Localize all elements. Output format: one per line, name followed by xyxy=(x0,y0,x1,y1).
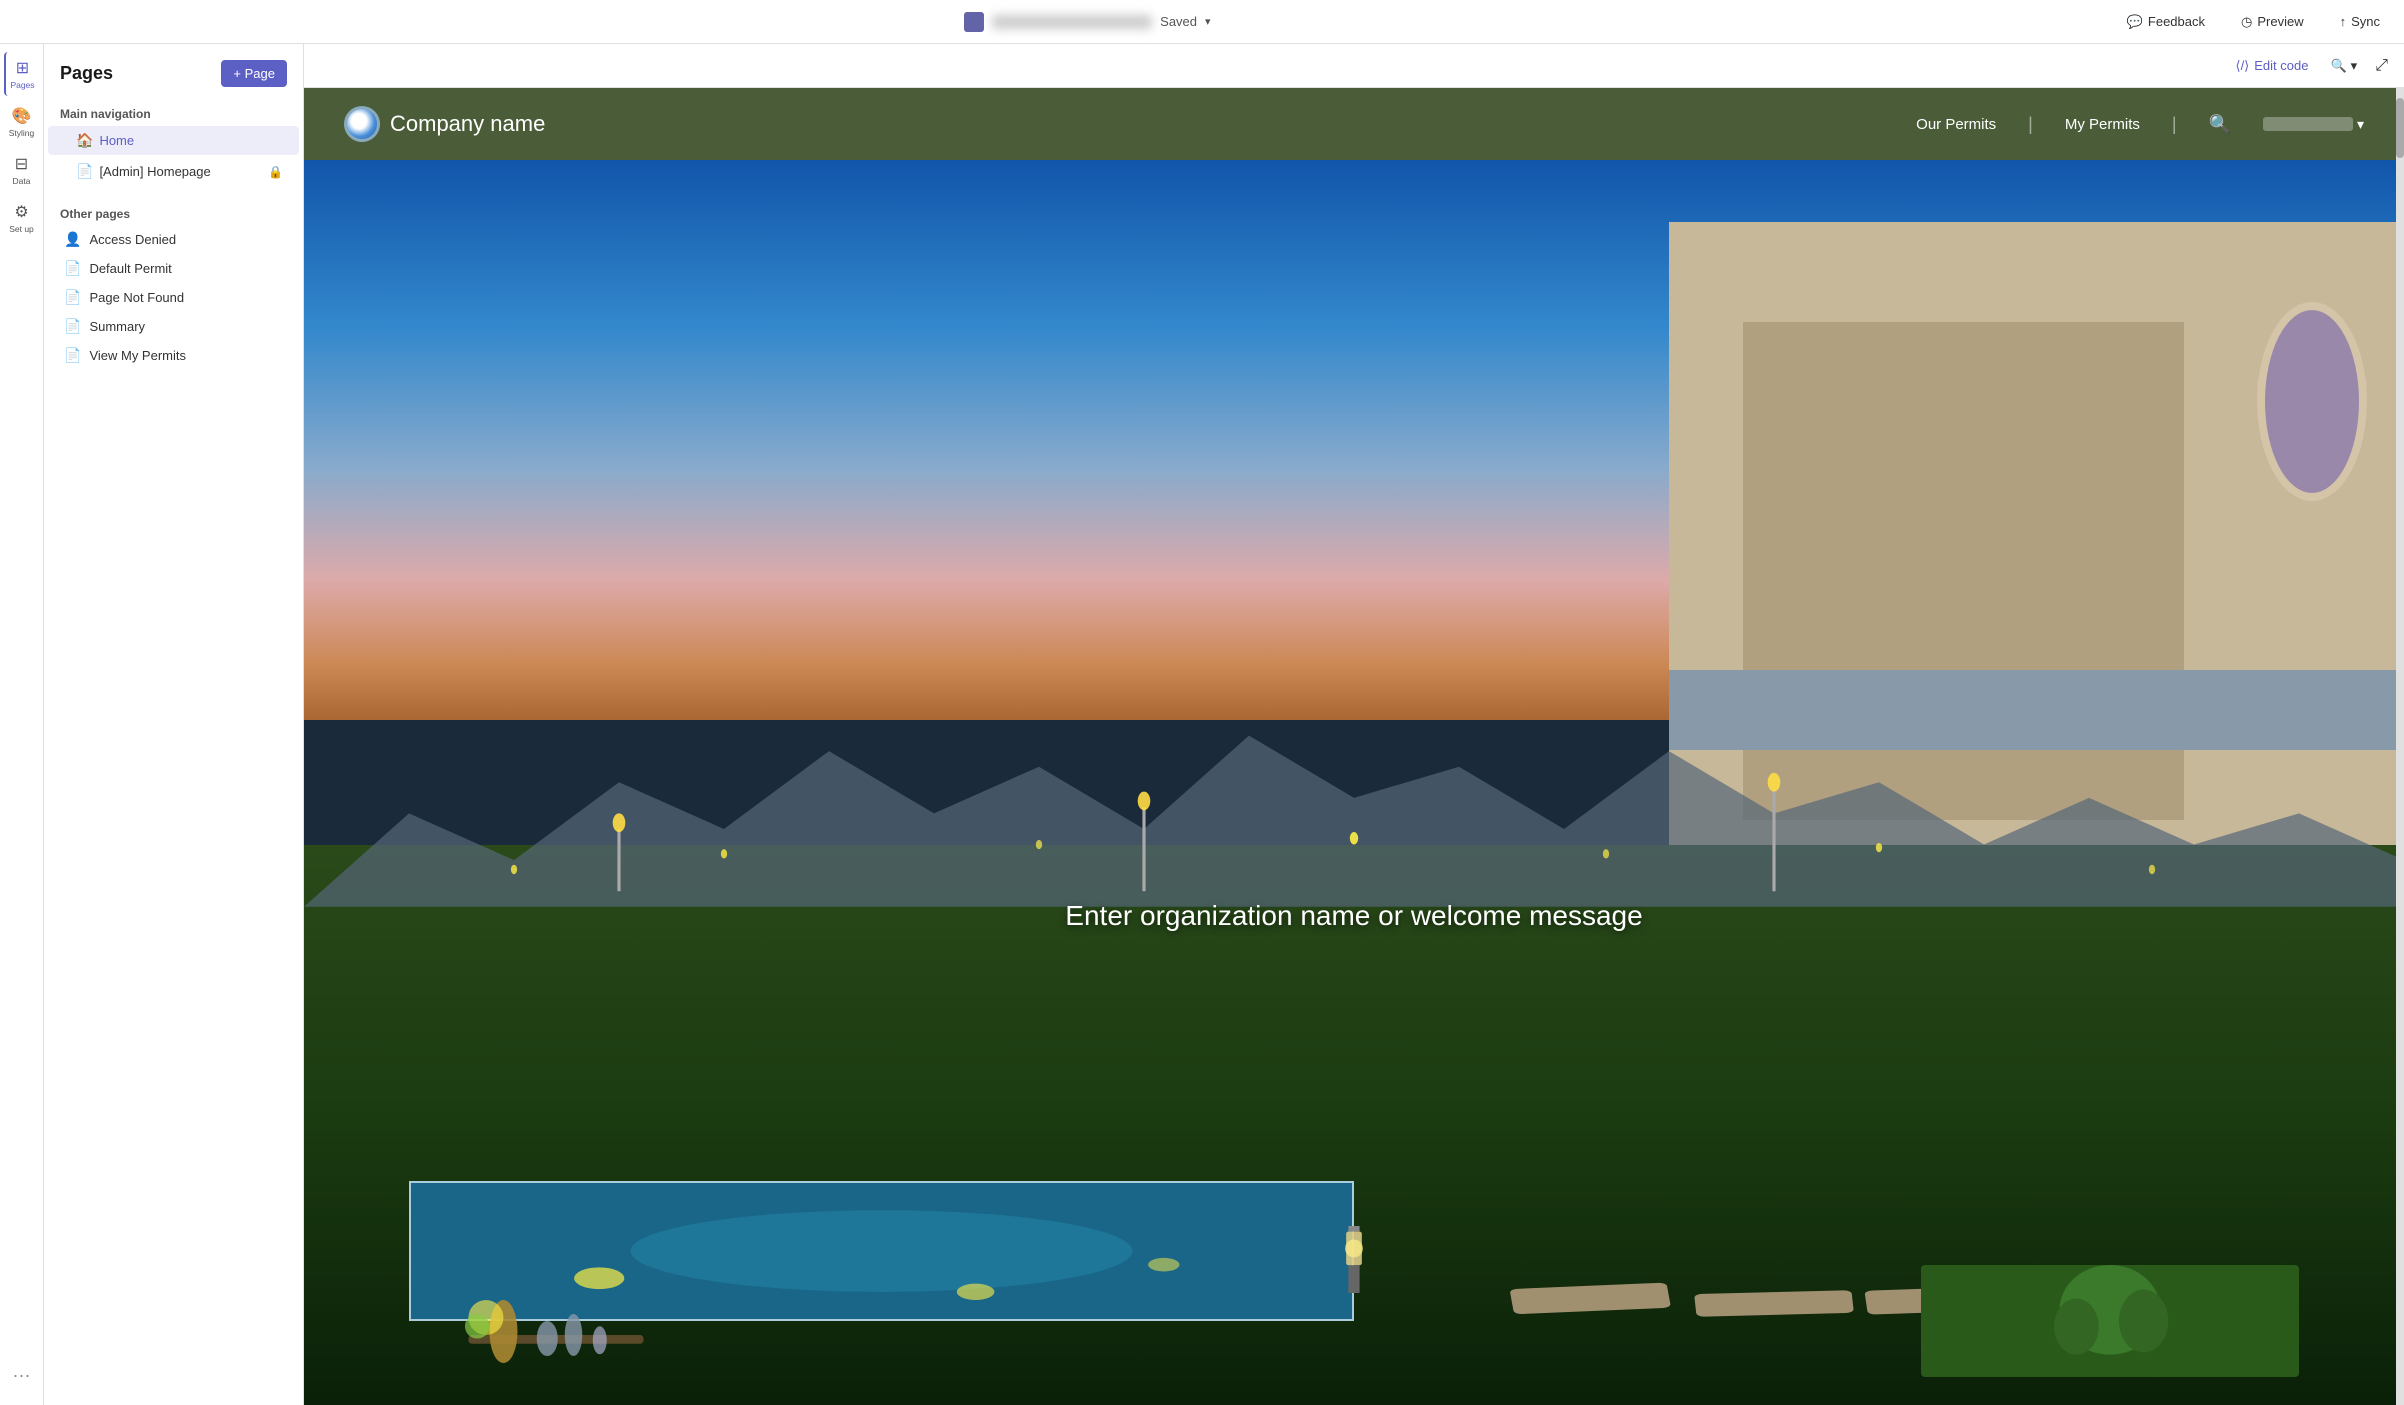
site-nav-user[interactable]: ▾ xyxy=(2263,116,2364,133)
chevron-down-icon[interactable]: ▾ xyxy=(1205,15,1211,28)
setup-icon: ⚙ xyxy=(14,202,28,222)
doc-icon-4: 📄 xyxy=(64,347,81,364)
lantern-svg xyxy=(1312,1226,1396,1293)
sidebar-item-setup[interactable]: ⚙ Set up xyxy=(4,196,40,240)
building-window xyxy=(2257,302,2367,501)
rail-more-button[interactable]: ··· xyxy=(4,1357,40,1393)
website-preview: Company name Our Permits | My Permits | … xyxy=(304,88,2404,1405)
pages-icon: ⊞ xyxy=(16,58,29,78)
silhouette-svg xyxy=(304,720,2404,907)
other-item-page-not-found[interactable]: 📄 Page Not Found xyxy=(48,284,299,311)
lawn-area xyxy=(1459,1248,1984,1349)
sidebar-item-data[interactable]: ⊟ Data xyxy=(4,148,40,192)
expand-button[interactable]: ⤢ xyxy=(2371,53,2392,79)
app-name xyxy=(992,15,1152,29)
other-item-summary[interactable]: 📄 Summary xyxy=(48,313,299,340)
site-nav: Company name Our Permits | My Permits | … xyxy=(304,88,2404,160)
doc-icon: 📄 xyxy=(64,260,81,277)
user-chevron-icon: ▾ xyxy=(2357,116,2364,133)
site-hero: Enter organization name or welcome messa… xyxy=(304,160,2404,1405)
hedge-svg xyxy=(1921,1265,2299,1377)
doc-icon-2: 📄 xyxy=(64,289,81,306)
icon-rail: ⊞ Pages 🎨 Styling ⊟ Data ⚙ Set up ··· xyxy=(0,44,44,1405)
main-layout: ⊞ Pages 🎨 Styling ⊟ Data ⚙ Set up ··· Pa… xyxy=(0,44,2404,1405)
site-nav-our-permits[interactable]: Our Permits xyxy=(1916,116,1996,133)
city-silhouette xyxy=(304,720,2404,907)
app-icon xyxy=(964,12,984,32)
pages-title: Pages xyxy=(60,63,113,84)
home-icon: 🏠 xyxy=(76,132,93,149)
vscode-icon: ⟨/⟩ xyxy=(2236,58,2250,74)
add-page-button[interactable]: + Page xyxy=(221,60,287,87)
preview-scrollbar[interactable] xyxy=(2396,88,2404,1405)
nav-item-home[interactable]: 🏠 Home ··· xyxy=(48,126,299,155)
page-icon: 📄 xyxy=(76,163,93,180)
sync-button[interactable]: ↑ Sync xyxy=(2332,10,2388,33)
table-area xyxy=(346,1265,766,1405)
top-bar: Saved ▾ 💬 Feedback ◷ Preview ↑ Sync xyxy=(0,0,2404,44)
other-pages-section-label: Other pages xyxy=(44,199,303,225)
site-nav-links: Our Permits | My Permits | 🔍 ▾ xyxy=(1916,114,2364,135)
site-company-name: Company name xyxy=(390,111,545,137)
saved-badge: Saved xyxy=(1160,14,1197,29)
styling-icon: 🎨 xyxy=(12,106,32,126)
top-bar-center: Saved ▾ xyxy=(964,12,1210,32)
edit-code-button[interactable]: ⟨/⟩ Edit code xyxy=(2228,54,2317,78)
feedback-button[interactable]: 💬 Feedback xyxy=(2119,10,2213,34)
search-icon[interactable]: 🔍 xyxy=(2209,114,2231,135)
pages-panel-header: Pages + Page xyxy=(44,44,303,99)
other-item-access-denied[interactable]: 👤 Access Denied xyxy=(48,226,299,253)
scrollbar-thumb[interactable] xyxy=(2396,98,2404,158)
hedge xyxy=(1921,1265,2299,1377)
doc-icon-3: 📄 xyxy=(64,318,81,335)
user-name-blurred xyxy=(2263,117,2353,131)
sidebar-item-styling[interactable]: 🎨 Styling xyxy=(4,100,40,144)
other-item-view-my-permits[interactable]: 📄 View My Permits xyxy=(48,342,299,369)
chairs-svg xyxy=(1459,1248,1984,1349)
zoom-icon: 🔍 xyxy=(2330,58,2346,74)
site-logo: Company name xyxy=(344,106,1876,142)
nav-item-admin-homepage[interactable]: 📄 [Admin] Homepage 🔒 xyxy=(48,157,299,186)
preview-toolbar: ⟨/⟩ Edit code 🔍 ▾ ⤢ xyxy=(304,44,2404,88)
main-nav-section-label: Main navigation xyxy=(44,99,303,125)
chevron-down-icon: ▾ xyxy=(2351,58,2358,74)
lock-icon: 🔒 xyxy=(268,165,283,179)
top-bar-actions: 💬 Feedback ◷ Preview ↑ Sync xyxy=(2119,10,2388,34)
preview-icon: ◷ xyxy=(2241,14,2252,30)
sidebar-item-pages[interactable]: ⊞ Pages xyxy=(4,52,40,96)
other-item-default-permit[interactable]: 📄 Default Permit xyxy=(48,255,299,282)
feedback-icon: 💬 xyxy=(2127,14,2143,30)
user-icon: 👤 xyxy=(64,231,81,248)
pages-panel: Pages + Page Main navigation 🏠 Home ··· … xyxy=(44,44,304,1405)
hero-welcome-text: Enter organization name or welcome messa… xyxy=(1065,900,1642,932)
data-icon: ⊟ xyxy=(15,154,28,174)
site-nav-my-permits[interactable]: My Permits xyxy=(2065,116,2140,133)
zoom-button[interactable]: 🔍 ▾ xyxy=(2324,54,2363,78)
lantern xyxy=(1312,1226,1396,1293)
site-frame: Company name Our Permits | My Permits | … xyxy=(304,88,2404,1405)
nav-divider: | xyxy=(2028,114,2033,135)
preview-area: ⟨/⟩ Edit code 🔍 ▾ ⤢ Company name Our xyxy=(304,44,2404,1405)
preview-button[interactable]: ◷ Preview xyxy=(2233,10,2312,34)
table-svg xyxy=(346,1265,766,1405)
sync-icon: ↑ xyxy=(2340,14,2347,29)
site-logo-icon xyxy=(344,106,380,142)
nav-divider-2: | xyxy=(2172,114,2177,135)
